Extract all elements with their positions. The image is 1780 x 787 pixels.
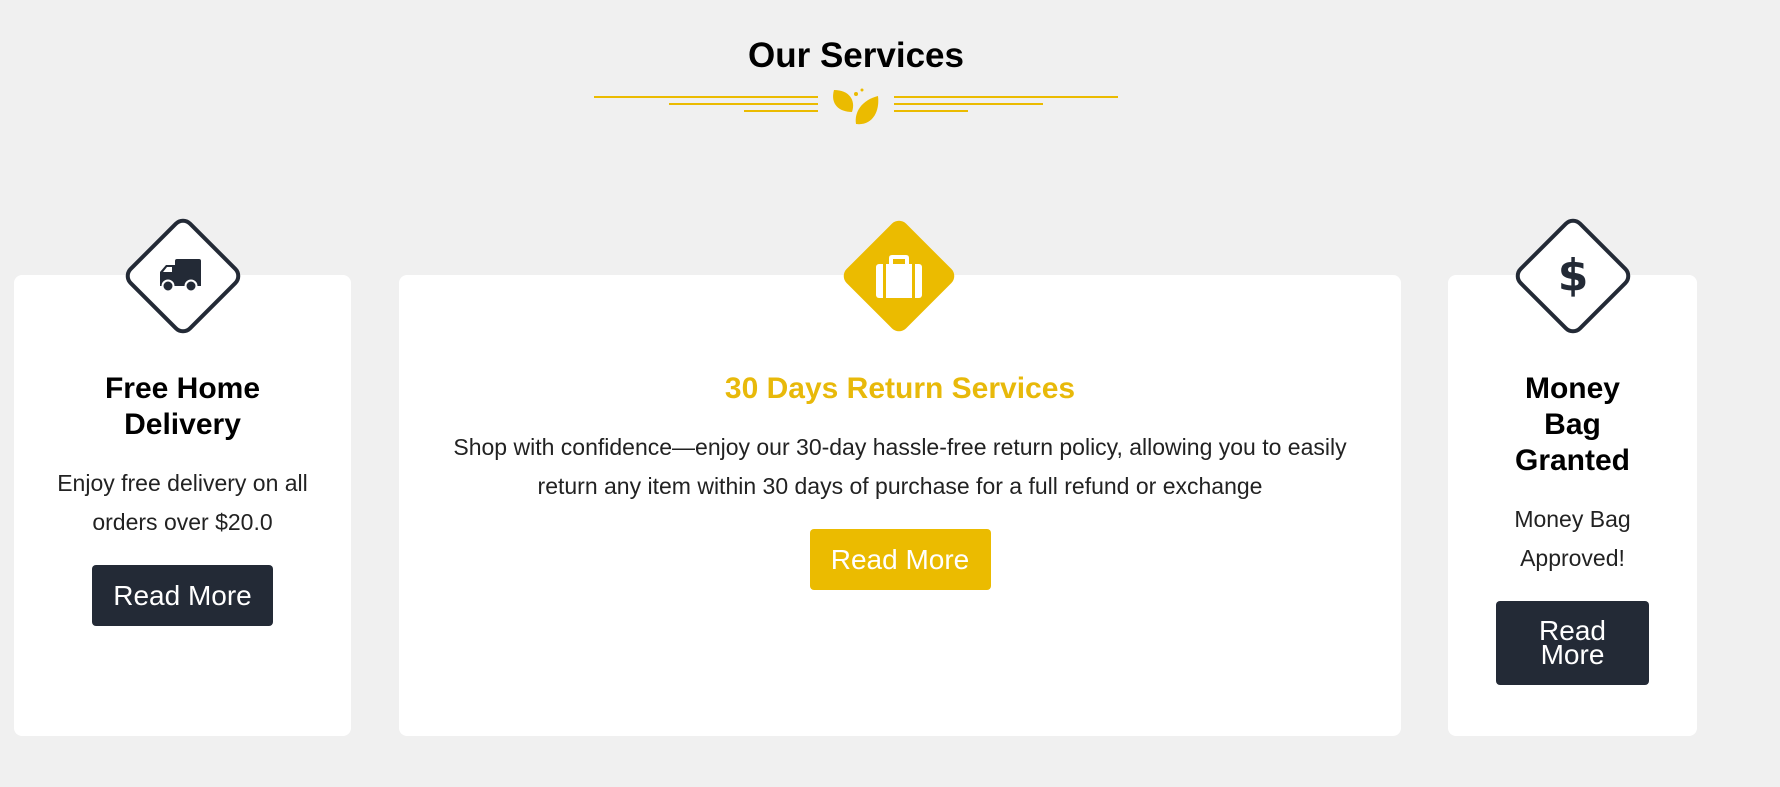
service-icon-badge: [113, 206, 253, 346]
title-ornament: [594, 84, 1118, 130]
leaves-icon: [833, 88, 879, 125]
service-icon-badge: $: [1503, 206, 1643, 346]
card-description: Shop with confidence—enjoy our 30-day ha…: [453, 434, 1347, 499]
card-title: 30 Days Return Services: [724, 372, 1076, 405]
read-more-button[interactable]: Read More: [809, 529, 991, 590]
card-description: Enjoy free delivery on all orders over $…: [57, 470, 308, 535]
card-title: Free Home Delivery: [104, 372, 261, 441]
section-title: Our Services: [748, 36, 964, 75]
read-more-button[interactable]: Read More: [1496, 601, 1649, 685]
service-icon-badge: [829, 206, 969, 346]
card-description: Money Bag Approved!: [1514, 506, 1631, 571]
read-more-button[interactable]: Read More: [92, 565, 273, 626]
dollar-icon: $: [1558, 250, 1589, 301]
card-title: Money Bag Granted: [1514, 372, 1631, 477]
